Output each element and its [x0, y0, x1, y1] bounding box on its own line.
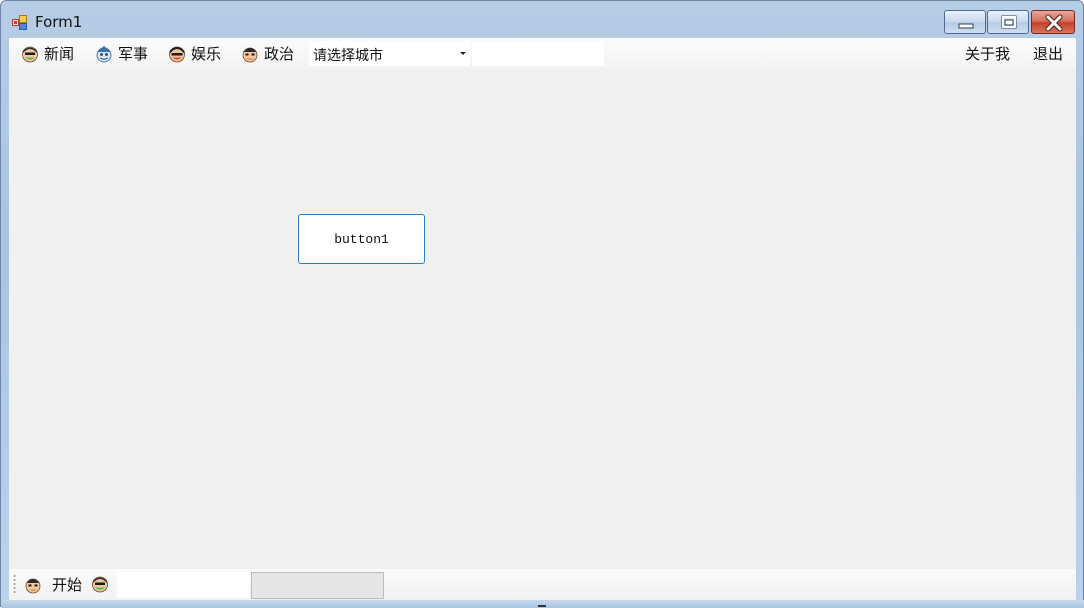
city-select-value: 请选择城市 — [313, 48, 383, 64]
title-bar[interactable]: Form1 — [1, 1, 1083, 38]
close-button[interactable] — [1031, 10, 1075, 34]
menu-item-military[interactable]: 军事 — [95, 41, 148, 66]
menu-item-label: 娱乐 — [191, 45, 222, 63]
minimize-icon — [958, 23, 974, 29]
app-window: Form1 新闻 军事 娱乐 政治 请选择城市 关于我 退出 button1 开… — [0, 0, 1084, 608]
status-strip: 开始 — [9, 569, 1076, 600]
face-icon — [169, 46, 185, 62]
menu-item-entertainment[interactable]: 娱乐 — [168, 41, 221, 66]
button1[interactable]: button1 — [298, 214, 425, 264]
close-icon — [1045, 14, 1063, 32]
status-progress-bar — [251, 572, 384, 599]
menu-item-news[interactable]: 新闻 — [21, 41, 74, 66]
minimize-button[interactable] — [944, 10, 986, 34]
face-icon — [22, 46, 38, 62]
status-start-button[interactable]: 开始 — [24, 572, 82, 597]
city-select-combobox[interactable]: 请选择城市 — [309, 41, 470, 66]
menu-item-label: 退出 — [1033, 45, 1064, 63]
face-icon — [96, 45, 112, 62]
form-client-area: 新闻 军事 娱乐 政治 请选择城市 关于我 退出 button1 开始 — [9, 38, 1076, 600]
menu-strip: 新闻 军事 娱乐 政治 请选择城市 关于我 退出 — [9, 38, 1076, 69]
menu-item-politics[interactable]: 政治 — [241, 41, 294, 66]
face-icon[interactable] — [91, 575, 109, 593]
menu-item-label: 新闻 — [44, 45, 75, 63]
maximize-icon — [1001, 15, 1017, 29]
menu-textbox[interactable] — [472, 41, 604, 66]
maximize-button[interactable] — [987, 10, 1029, 34]
grip-handle-icon[interactable] — [13, 574, 16, 594]
status-start-label: 开始 — [52, 576, 83, 594]
menu-item-label: 关于我 — [965, 45, 1011, 63]
status-textbox[interactable] — [117, 572, 250, 598]
face-icon — [25, 578, 41, 593]
chevron-down-icon[interactable] — [460, 52, 466, 55]
menu-item-label: 军事 — [118, 45, 149, 63]
face-icon — [242, 47, 258, 62]
window-title: Form1 — [35, 13, 83, 31]
menu-item-label: 政治 — [264, 45, 295, 63]
menu-item-exit[interactable]: 退出 — [1033, 41, 1063, 66]
app-icon — [12, 14, 28, 30]
menu-item-about[interactable]: 关于我 — [965, 41, 1010, 66]
